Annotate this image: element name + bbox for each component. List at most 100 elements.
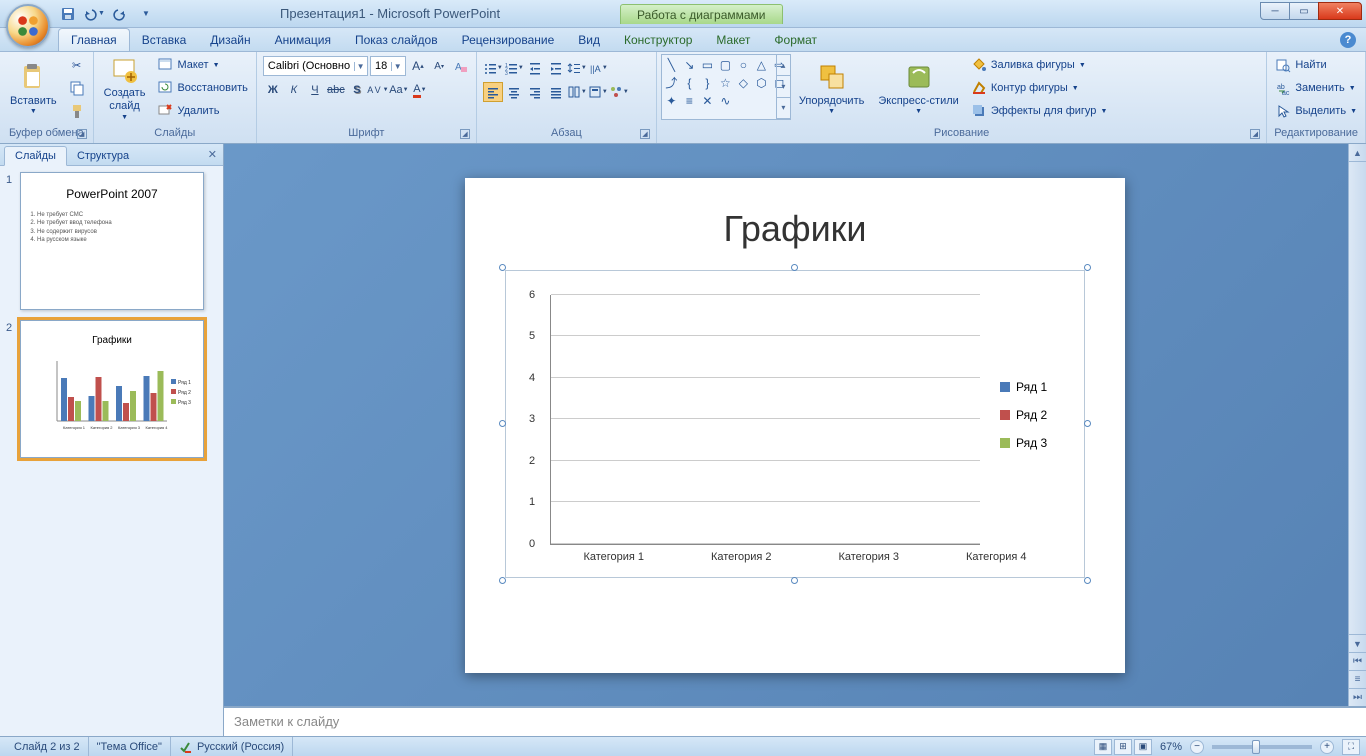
shape-cross-icon[interactable]: ✕ bbox=[700, 93, 715, 108]
format-painter-button[interactable] bbox=[65, 100, 89, 122]
shape-line-icon[interactable]: ╲ bbox=[664, 57, 679, 72]
notes-pane[interactable]: Заметки к слайду bbox=[224, 706, 1366, 736]
sorter-view-button[interactable]: ⊞ bbox=[1114, 739, 1132, 755]
vertical-scrollbar[interactable]: ▲ ▼ ⏮ ≡ ⏭ bbox=[1348, 144, 1366, 706]
handle-tr[interactable] bbox=[1084, 264, 1091, 271]
shape-fill-button[interactable]: Заливка фигуры ▼ bbox=[967, 54, 1112, 76]
handle-bl[interactable] bbox=[499, 577, 506, 584]
tab-design[interactable]: Дизайн bbox=[198, 29, 262, 51]
increase-indent-button[interactable] bbox=[546, 58, 566, 78]
text-shadow-button[interactable]: S bbox=[347, 80, 367, 100]
change-case-button[interactable]: Aa▼ bbox=[389, 80, 409, 100]
shapes-more-button[interactable]: ▾ bbox=[777, 98, 790, 119]
font-color-button[interactable]: A▼ bbox=[410, 80, 430, 100]
strikethrough-button[interactable]: abc bbox=[326, 80, 346, 100]
tab-view[interactable]: Вид bbox=[566, 29, 612, 51]
shape-arrow-icon[interactable]: ↘ bbox=[682, 57, 697, 72]
cut-button[interactable]: ✂ bbox=[65, 54, 89, 76]
tab-insert[interactable]: Вставка bbox=[130, 29, 199, 51]
tab-home[interactable]: Главная bbox=[58, 28, 130, 51]
align-left-button[interactable] bbox=[483, 82, 503, 102]
decrease-indent-button[interactable] bbox=[525, 58, 545, 78]
close-button[interactable]: ✕ bbox=[1318, 2, 1362, 20]
clear-formatting-button[interactable]: A bbox=[451, 56, 470, 76]
reset-button[interactable]: Восстановить bbox=[153, 77, 251, 99]
prev-slide-button[interactable]: ⏮ bbox=[1349, 652, 1366, 670]
handle-tm[interactable] bbox=[791, 264, 798, 271]
char-spacing-button[interactable]: AV▼ bbox=[368, 80, 388, 100]
grow-font-button[interactable]: A▴ bbox=[408, 56, 427, 76]
shapes-gallery[interactable]: ╲ ↘ ▭ ▢ ○ △ ⇨ ⤴ { } ☆ ◇ ⬡ ◻ ✦ ≡ ✕ ∿ ▴▾▾ bbox=[661, 54, 791, 120]
new-slide-button[interactable]: Создать слайд▼ bbox=[98, 54, 152, 124]
shape-rect-icon[interactable]: ▭ bbox=[700, 57, 715, 72]
align-right-button[interactable] bbox=[525, 82, 545, 102]
shape-effects-button[interactable]: Эффекты для фигур ▼ bbox=[967, 100, 1112, 122]
slide-title-text[interactable]: Графики bbox=[505, 208, 1085, 250]
tab-slideshow[interactable]: Показ слайдов bbox=[343, 29, 450, 51]
zoom-value[interactable]: 67% bbox=[1160, 741, 1182, 753]
shape-plus-icon[interactable]: ✦ bbox=[664, 93, 679, 108]
shape-diamond-icon[interactable]: ◇ bbox=[736, 75, 751, 90]
handle-mr[interactable] bbox=[1084, 420, 1091, 427]
tab-chart-format[interactable]: Формат bbox=[762, 29, 829, 51]
chart-object[interactable]: 0123456 Ряд 1Ряд 2Ряд 3 Категория 1Катег… bbox=[505, 270, 1085, 578]
shape-connector-icon[interactable]: ⤴ bbox=[664, 75, 679, 90]
slide-thumbnail-2[interactable]: Графики Ряд 1Ряд 2Ряд 3Категория 1Катего… bbox=[20, 320, 204, 458]
shape-brace2-icon[interactable]: } bbox=[700, 75, 715, 90]
font-size-combo[interactable]: 18▼ bbox=[370, 56, 406, 76]
slide-canvas[interactable]: Графики 0123456 Ряд 1Ряд 2Ряд 3 Категори… bbox=[465, 178, 1125, 673]
paste-button[interactable]: Вставить▼ bbox=[4, 54, 63, 124]
handle-tl[interactable] bbox=[499, 264, 506, 271]
align-text-button[interactable]: ▼ bbox=[588, 82, 608, 102]
shapes-scroll-up[interactable]: ▴ bbox=[777, 55, 790, 76]
save-button[interactable] bbox=[58, 4, 78, 24]
tab-chart-design[interactable]: Конструктор bbox=[612, 29, 704, 51]
shape-brace-icon[interactable]: { bbox=[682, 75, 697, 90]
select-button[interactable]: Выделить ▼ bbox=[1271, 100, 1361, 122]
office-button[interactable] bbox=[6, 4, 50, 48]
qat-customize-button[interactable]: ▼ bbox=[136, 4, 156, 24]
next-slide-button[interactable]: ⏭ bbox=[1349, 688, 1366, 706]
language-indicator[interactable]: Русский (Россия) bbox=[171, 737, 293, 756]
align-center-button[interactable] bbox=[504, 82, 524, 102]
delete-slide-button[interactable]: Удалить bbox=[153, 100, 251, 122]
fit-to-window-button[interactable]: ⛶ bbox=[1342, 739, 1360, 755]
shape-roundrect-icon[interactable]: ▢ bbox=[718, 57, 733, 72]
shape-outline-button[interactable]: Контур фигуры ▼ bbox=[967, 77, 1112, 99]
replace-button[interactable]: abacЗаменить ▼ bbox=[1271, 77, 1361, 99]
handle-bm[interactable] bbox=[791, 577, 798, 584]
slides-tab[interactable]: Слайды bbox=[4, 146, 67, 166]
shape-hexagon-icon[interactable]: ⬡ bbox=[754, 75, 769, 90]
drawing-dialog-launcher[interactable]: ◢ bbox=[1250, 129, 1260, 139]
shape-triangle-icon[interactable]: △ bbox=[754, 57, 769, 72]
bold-button[interactable]: Ж bbox=[263, 80, 283, 100]
handle-br[interactable] bbox=[1084, 577, 1091, 584]
shape-freeform-icon[interactable]: ∿ bbox=[718, 93, 733, 108]
justify-button[interactable] bbox=[546, 82, 566, 102]
copy-button[interactable] bbox=[65, 77, 89, 99]
numbering-button[interactable]: 123▼ bbox=[504, 58, 524, 78]
normal-view-button[interactable]: ▦ bbox=[1094, 739, 1112, 755]
zoom-slider[interactable] bbox=[1212, 745, 1312, 749]
scroll-down-button[interactable]: ▼ bbox=[1349, 634, 1366, 652]
slide-counter[interactable]: Слайд 2 из 2 bbox=[6, 737, 89, 756]
font-dialog-launcher[interactable]: ◢ bbox=[460, 129, 470, 139]
slide-thumbnail-1[interactable]: PowerPoint 2007 Не требует СМС Не требуе… bbox=[20, 172, 204, 310]
line-spacing-button[interactable]: ▼ bbox=[567, 58, 587, 78]
underline-button[interactable]: Ч bbox=[305, 80, 325, 100]
quick-styles-button[interactable]: Экспресс-стили▼ bbox=[872, 54, 964, 124]
smartart-button[interactable]: ▼ bbox=[609, 82, 629, 102]
zoom-out-button[interactable]: − bbox=[1190, 740, 1204, 754]
maximize-button[interactable]: ▭ bbox=[1289, 2, 1319, 20]
paragraph-dialog-launcher[interactable]: ◢ bbox=[640, 129, 650, 139]
tab-chart-layout[interactable]: Макет bbox=[704, 29, 762, 51]
italic-button[interactable]: К bbox=[284, 80, 304, 100]
tab-animations[interactable]: Анимация bbox=[263, 29, 343, 51]
help-icon[interactable]: ? bbox=[1340, 32, 1356, 48]
slideshow-view-button[interactable]: ▣ bbox=[1134, 739, 1152, 755]
bullets-button[interactable]: ▼ bbox=[483, 58, 503, 78]
redo-button[interactable] bbox=[110, 4, 130, 24]
text-direction-button[interactable]: ||A▼ bbox=[588, 58, 608, 78]
layout-button[interactable]: Макет ▼ bbox=[153, 54, 251, 76]
zoom-in-button[interactable]: + bbox=[1320, 740, 1334, 754]
